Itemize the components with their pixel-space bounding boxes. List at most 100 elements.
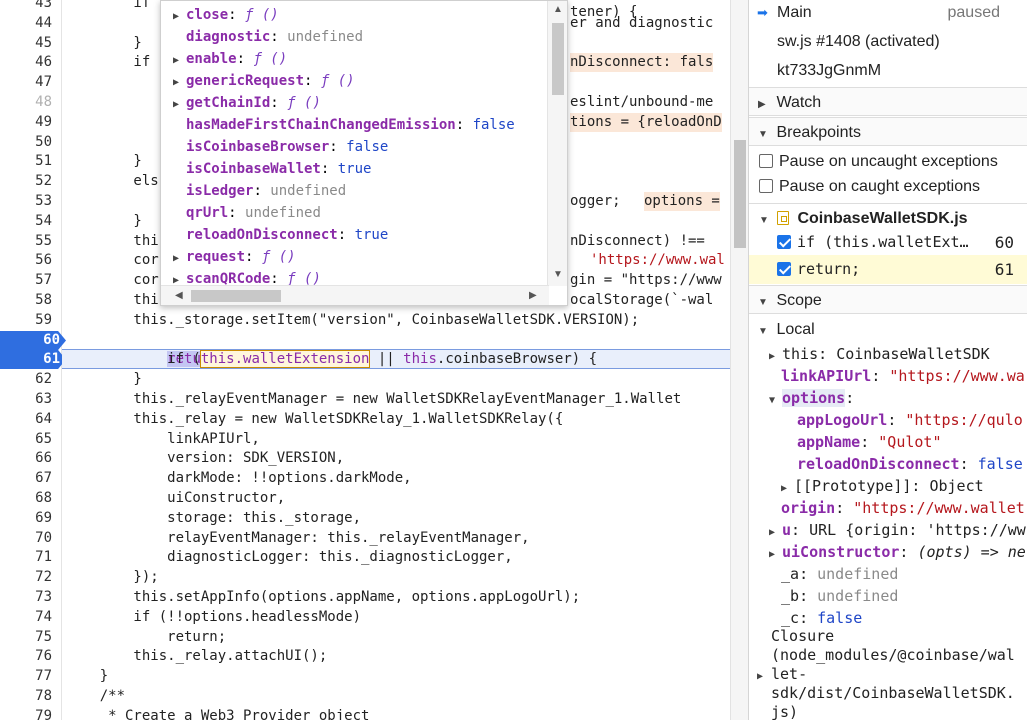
line-number[interactable]: 65 — [0, 430, 58, 449]
line-number[interactable]: 45 — [0, 34, 58, 53]
line-number[interactable]: 77 — [0, 667, 58, 686]
scope-local-header[interactable]: ▼ Local — [749, 315, 1027, 344]
scroll-down-icon[interactable]: ▼ — [553, 269, 563, 280]
popover-property-row[interactable]: ▶ request: ƒ () — [173, 246, 296, 268]
line-number[interactable]: 71 — [0, 548, 58, 567]
line-number[interactable]: 48 — [0, 93, 58, 112]
scope-variable-row[interactable]: ▼ options: — [769, 387, 854, 409]
code-line[interactable]: this._relay.attachUI(); — [66, 647, 327, 666]
scope-variable-row[interactable]: ▶ this: CoinbaseWalletSDK — [769, 343, 990, 365]
thread-main[interactable]: ➡ Main paused — [749, 0, 1027, 27]
code-line[interactable]: * Create a Web3 Provider object — [66, 707, 369, 720]
code-line[interactable]: } — [66, 667, 108, 686]
code-line[interactable]: if — [66, 53, 150, 72]
line-number[interactable]: 73 — [0, 588, 58, 607]
scope-variable-row[interactable]: _c: false — [781, 607, 862, 629]
code-line[interactable]: storage: this._storage, — [66, 509, 361, 528]
code-line[interactable]: return; — [66, 628, 226, 647]
line-number[interactable]: 64 — [0, 410, 58, 429]
breakpoint-checkbox[interactable] — [777, 262, 791, 276]
code-line-60[interactable]: if (this.walletExtension || this.coinbas… — [66, 331, 597, 368]
code-editor[interactable]: 43 44 45 46 47 48 49 50 51 52 53 54 55 56 57 58 59 60 61 62… — [0, 0, 730, 720]
line-number[interactable]: 79 — [0, 707, 58, 720]
code-line[interactable]: thi — [66, 232, 158, 251]
code-line[interactable]: this._relayEventManager = new WalletSDKR… — [66, 390, 681, 409]
popover-scroll-thumb[interactable] — [552, 23, 564, 95]
line-number[interactable]: 70 — [0, 529, 58, 548]
breakpoint-checkbox[interactable] — [777, 235, 791, 249]
line-number[interactable]: 76 — [0, 647, 58, 666]
line-number[interactable]: 46 — [0, 53, 58, 72]
expand-triangle-icon[interactable]: ▶ — [173, 6, 186, 28]
line-number[interactable]: 56 — [0, 251, 58, 270]
pause-uncaught-checkbox[interactable] — [759, 154, 773, 168]
scope-variable-row[interactable]: origin: "https://www.wallet — [781, 497, 1025, 519]
popover-property-row[interactable]: ▶ enable: ƒ () — [173, 48, 287, 70]
code-line[interactable]: version: SDK_VERSION, — [66, 449, 344, 468]
thread-frame[interactable]: kt733JgGnmM — [749, 56, 1027, 85]
code-line[interactable]: cor — [66, 251, 158, 270]
code-line[interactable]: if (!!options.headlessMode) — [66, 608, 361, 627]
code-line[interactable]: relayEventManager: this._relayEventManag… — [66, 529, 529, 548]
line-number[interactable]: 58 — [0, 291, 58, 310]
scope-variable-row[interactable]: appName: "Qulot" — [797, 431, 942, 453]
line-number[interactable]: 43 — [0, 0, 58, 13]
line-number[interactable]: 51 — [0, 152, 58, 171]
pause-caught-option[interactable]: Pause on caught exceptions — [749, 172, 1027, 201]
line-number[interactable]: 47 — [0, 73, 58, 92]
breakpoint-item-60[interactable]: if (this.walletExt… 60 — [749, 228, 1027, 257]
line-number-gutter[interactable]: 43 44 45 46 47 48 49 50 51 52 53 54 55 56 57 58 59 60 61 62… — [0, 0, 66, 720]
editor-vertical-scrollbar[interactable] — [730, 0, 748, 720]
line-number[interactable]: 52 — [0, 172, 58, 191]
line-number[interactable]: 74 — [0, 608, 58, 627]
breakpoint-marker-60[interactable]: 60 — [0, 331, 66, 350]
popover-property-row[interactable]: ▶ getChainId: ƒ () — [173, 92, 321, 114]
line-number[interactable]: 68 — [0, 489, 58, 508]
scope-variable-row[interactable]: ▶ u: URL {origin: 'https://ww — [769, 519, 1026, 541]
code-line[interactable]: } — [66, 34, 141, 53]
scroll-right-icon[interactable]: ▶ — [529, 290, 537, 301]
hovered-expression[interactable]: this.walletExtension — [199, 350, 371, 368]
expand-triangle-icon[interactable]: ▶ — [173, 248, 186, 270]
code-line[interactable]: } — [66, 152, 141, 171]
code-line[interactable]: linkAPIUrl, — [66, 430, 260, 449]
scroll-left-icon[interactable]: ◀ — [175, 290, 183, 301]
popover-property-row[interactable]: ▶ genericRequest: ƒ () — [173, 70, 355, 92]
line-number[interactable]: 57 — [0, 271, 58, 290]
code-line[interactable]: uiConstructor, — [66, 489, 285, 508]
line-number[interactable]: 66 — [0, 449, 58, 468]
popover-hscroll-thumb[interactable] — [191, 290, 281, 302]
line-number[interactable]: 53 — [0, 192, 58, 211]
chevron-down-icon[interactable]: ▼ — [769, 390, 782, 412]
line-number[interactable]: 78 — [0, 687, 58, 706]
scope-variable-row[interactable]: _b: undefined — [781, 585, 898, 607]
line-number[interactable]: 54 — [0, 212, 58, 231]
scope-section-header[interactable]: ▼ Scope — [749, 285, 1027, 314]
line-number[interactable]: 63 — [0, 390, 58, 409]
watch-section-header[interactable]: ▶ Watch — [749, 87, 1027, 116]
line-number[interactable]: 67 — [0, 469, 58, 488]
expand-triangle-icon[interactable]: ▶ — [173, 50, 186, 72]
breakpoint-marker-61[interactable]: 61 — [0, 350, 66, 369]
code-line[interactable]: darkMode: !!options.darkMode, — [66, 469, 411, 488]
code-line[interactable]: this.setAppInfo(options.appName, options… — [66, 588, 580, 607]
scroll-up-icon[interactable]: ▲ — [553, 4, 563, 15]
popover-vertical-scrollbar[interactable]: ▲ ▼ — [547, 1, 567, 286]
scope-variable-row[interactable]: linkAPIUrl: "https://www.wa — [781, 365, 1025, 387]
scope-variable-row[interactable]: appLogoUrl: "https://qulo — [797, 409, 1023, 431]
scope-variable-row[interactable]: ▶ uiConstructor: (opts) => ne — [769, 541, 1026, 563]
expand-triangle-icon[interactable]: ▶ — [173, 72, 186, 94]
breakpoint-item-61[interactable]: return; 61 — [749, 255, 1027, 284]
code-line[interactable]: thi — [66, 291, 158, 310]
line-number[interactable]: 62 — [0, 370, 58, 389]
code-line[interactable]: }); — [66, 568, 158, 587]
scope-variable-row[interactable]: reloadOnDisconnect: false — [797, 453, 1023, 475]
code-line[interactable]: /** — [66, 687, 125, 706]
expand-triangle-icon[interactable]: ▶ — [173, 94, 186, 116]
line-number[interactable]: 59 — [0, 311, 58, 330]
code-line[interactable]: cor — [66, 271, 158, 290]
line-number[interactable]: 69 — [0, 509, 58, 528]
code-line[interactable]: diagnosticLogger: this._diagnosticLogger… — [66, 548, 513, 567]
breakpoints-section-header[interactable]: ▼ Breakpoints — [749, 117, 1027, 146]
code-line[interactable]: this._relay = new WalletSDKRelay_1.Walle… — [66, 410, 563, 429]
